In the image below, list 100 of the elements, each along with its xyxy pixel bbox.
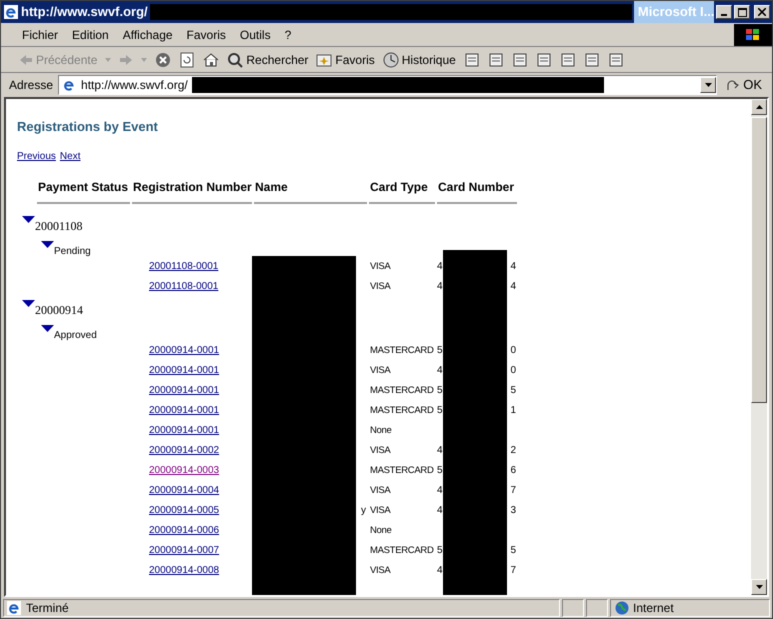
card-number-start: 4 — [437, 444, 443, 458]
windows-logo-icon — [734, 24, 772, 46]
card-number-start: 4 — [437, 564, 443, 578]
card-type-cell: MASTERCARD — [370, 384, 434, 396]
card-type-cell: MASTERCARD — [370, 464, 434, 476]
card-number-start: 5 — [437, 544, 443, 558]
registration-link[interactable]: 20000914-0006 — [149, 525, 220, 536]
search-button[interactable]: Rechercher — [227, 50, 308, 68]
favorites-button[interactable]: Favoris — [316, 50, 375, 68]
column-header: Card Number — [437, 178, 517, 204]
dropdown-button[interactable] — [700, 77, 716, 93]
go-icon — [726, 78, 740, 92]
status-label: Pending — [54, 244, 91, 258]
registration-link[interactable]: 20000914-0003 — [149, 465, 220, 476]
status-text: Terminé — [26, 600, 69, 616]
card-number-end: 5 — [510, 384, 516, 398]
card-number-start: 4 — [437, 280, 443, 294]
card-type-cell: MASTERCARD — [370, 544, 434, 556]
history-button[interactable]: Historique — [382, 50, 456, 68]
card-type-cell: VISA — [370, 364, 390, 376]
card-type-cell: VISA — [370, 504, 390, 516]
column-header: Name — [254, 178, 367, 204]
home-icon[interactable] — [203, 52, 220, 68]
down-arrow-icon — [756, 585, 762, 589]
registration-link[interactable]: 20000914-0007 — [149, 545, 220, 556]
menu-item[interactable]: Outils — [232, 26, 278, 44]
menu-item[interactable]: Favoris — [180, 26, 233, 44]
maximize-button[interactable] — [734, 5, 750, 19]
card-type-cell: VISA — [370, 564, 390, 576]
menu-item[interactable]: Fichier — [15, 26, 66, 44]
scrollbar[interactable] — [751, 99, 767, 595]
registration-link[interactable]: 20001108-0001 — [149, 261, 218, 272]
card-type-cell: VISA — [370, 280, 390, 292]
registration-link[interactable]: 20000914-0004 — [149, 485, 220, 496]
card-number-start: 4 — [437, 504, 443, 518]
up-arrow-icon — [756, 105, 762, 109]
nav-link[interactable]: Previous — [17, 148, 56, 164]
column-header: Payment Status — [37, 178, 130, 204]
address-label: Adresse — [9, 77, 54, 94]
favorites-icon — [316, 52, 332, 66]
status-label: Approved — [54, 328, 97, 342]
scroll-thumb[interactable] — [751, 117, 767, 403]
go-button[interactable]: OK — [720, 75, 768, 95]
address-field[interactable]: http://www.swvf.org/ — [58, 75, 718, 95]
card-number-end: 0 — [510, 344, 516, 358]
card-number-start: 5 — [437, 384, 443, 398]
maximize-icon — [738, 8, 747, 16]
card-type-cell: VISA — [370, 260, 390, 272]
expand-icon[interactable] — [41, 324, 54, 332]
registration-link[interactable]: 20001108-0001 — [149, 281, 218, 292]
close-button[interactable] — [754, 5, 770, 19]
card-number-start: 4 — [437, 364, 443, 378]
group-label: 20001108 — [35, 218, 83, 234]
refresh-icon[interactable] — [179, 52, 196, 68]
registration-link[interactable]: 20000914-0008 — [149, 565, 220, 576]
stop-icon[interactable] — [155, 52, 172, 68]
card-number-end: 6 — [510, 464, 516, 478]
status-pane — [562, 598, 584, 616]
browser-icon — [3, 4, 19, 20]
registration-link[interactable]: 20000914-0001 — [149, 405, 220, 416]
card-type-cell: None — [370, 524, 392, 536]
zone-text: Internet — [633, 600, 674, 616]
card-number-end: 4 — [510, 260, 516, 274]
card-type-cell: MASTERCARD — [370, 344, 434, 356]
group-label: 20000914 — [35, 302, 83, 318]
nav-link[interactable]: Next — [60, 148, 80, 164]
registration-link[interactable]: 20000914-0001 — [149, 365, 220, 376]
globe-icon — [615, 600, 629, 614]
registration-link[interactable]: 20000914-0001 — [149, 425, 220, 436]
document-icon[interactable] — [536, 52, 552, 68]
menu-item[interactable]: ? — [278, 26, 298, 44]
column-header: Card Type — [369, 178, 435, 204]
card-type-cell: None — [370, 424, 392, 436]
close-icon — [758, 8, 766, 16]
status-pane — [586, 598, 608, 616]
registration-link[interactable]: 20000914-0001 — [149, 345, 220, 356]
expand-icon[interactable] — [22, 216, 35, 222]
minimize-button[interactable] — [716, 5, 732, 19]
card-number-end: 0 — [510, 364, 516, 378]
menu-item[interactable]: Edition — [65, 26, 116, 44]
card-number-end: 4 — [510, 280, 516, 294]
expand-icon[interactable] — [41, 240, 54, 248]
search-icon — [227, 52, 244, 68]
menu-item[interactable]: Affichage — [116, 26, 180, 44]
card-number-end: 7 — [510, 484, 516, 498]
scroll-down-button[interactable] — [751, 579, 767, 595]
app-name: Microsoft I... — [634, 1, 714, 23]
card-type-cell: VISA — [370, 444, 390, 456]
card-number-end: 7 — [510, 564, 516, 578]
scroll-up-button[interactable] — [751, 99, 767, 115]
card-number-end: 1 — [510, 404, 516, 418]
registration-link[interactable]: 20000914-0002 — [149, 445, 220, 456]
registration-link[interactable]: 20000914-0001 — [149, 385, 220, 396]
back-arrow-icon — [19, 54, 33, 66]
card-number-start: 4 — [437, 484, 443, 498]
column-header: Registration Number — [132, 178, 252, 204]
expand-icon[interactable] — [22, 300, 35, 306]
registration-link[interactable]: 20000914-0005 — [149, 505, 220, 516]
window-title: http://www.swvf.org/ — [21, 3, 148, 22]
card-number-end: 3 — [510, 504, 516, 518]
